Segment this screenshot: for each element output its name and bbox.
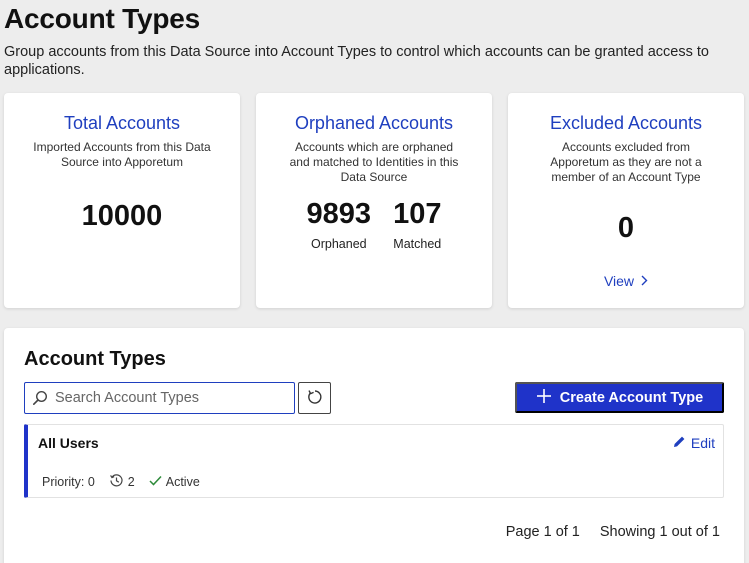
orphaned-split-stats: 9893 Orphaned 107 Matched <box>256 198 492 251</box>
card-title: Excluded Accounts <box>549 113 703 133</box>
edit-button[interactable]: Edit <box>673 435 715 451</box>
create-button-label: Create Account Type <box>559 389 704 406</box>
chevron-right-icon <box>640 273 648 289</box>
page-description: Group accounts from this Data Source int… <box>4 44 709 78</box>
excluded-accounts-value: 0 <box>617 212 635 244</box>
card-subtitle: Accounts which are orphaned and matched … <box>289 140 459 184</box>
history-count-value: 2 <box>127 475 135 489</box>
card-title: Orphaned Accounts <box>294 113 454 133</box>
search-box[interactable] <box>24 382 295 414</box>
pencil-icon <box>673 435 686 451</box>
panel-title: Account Types <box>24 348 166 370</box>
page-indicator: Page 1 of 1 <box>505 524 580 540</box>
card-subtitle: Imported Accounts from this Data Source … <box>33 140 211 169</box>
account-type-name: All Users <box>38 435 99 451</box>
page-title: Account Types <box>4 3 201 34</box>
account-types-page: Account Types Group accounts from this D… <box>0 0 749 563</box>
priority-text: Priority: 0 <box>42 475 95 489</box>
orphaned-label: Orphaned <box>311 237 367 251</box>
matched-value: 107 <box>393 198 442 230</box>
history-count: 2 <box>109 473 135 491</box>
create-account-type-button[interactable]: Create Account Type <box>515 382 724 413</box>
search-input[interactable] <box>55 383 294 413</box>
history-icon <box>109 473 124 491</box>
orphaned-stat: 9893 Orphaned <box>307 198 372 251</box>
account-type-meta: Priority: 0 2 Active <box>42 473 200 491</box>
pagination: Page 1 of 1 Showing 1 out of 1 <box>506 524 720 540</box>
refresh-button[interactable] <box>298 382 331 414</box>
matched-stat: 107 Matched <box>393 198 441 251</box>
orphaned-value: 9893 <box>306 198 372 230</box>
card-title: Total Accounts <box>63 113 181 133</box>
card-subtitle: Accounts excluded from Apporetum as they… <box>550 140 702 184</box>
view-link-label: View <box>603 273 635 289</box>
showing-count: Showing 1 out of 1 <box>599 524 720 540</box>
view-excluded-link[interactable]: View <box>604 273 648 289</box>
status-badge: Active <box>149 475 200 489</box>
check-icon <box>149 475 162 489</box>
account-types-panel: Account Types Search Account Types Creat… <box>4 328 744 563</box>
status-text: Active <box>165 475 200 489</box>
orphaned-accounts-card: Orphaned Accounts Accounts which are orp… <box>256 93 492 308</box>
matched-label: Matched <box>393 237 442 251</box>
refresh-icon <box>306 388 324 409</box>
account-type-row[interactable]: All Users Edit Priority: 0 2 Active <box>24 424 724 498</box>
excluded-accounts-card: Excluded Accounts Accounts excluded from… <box>508 93 744 308</box>
search-icon <box>25 390 55 406</box>
total-accounts-value: 10000 <box>81 200 163 232</box>
total-accounts-card: Total Accounts Imported Accounts from th… <box>4 93 240 308</box>
plus-icon <box>536 388 552 408</box>
edit-label: Edit <box>690 435 715 451</box>
